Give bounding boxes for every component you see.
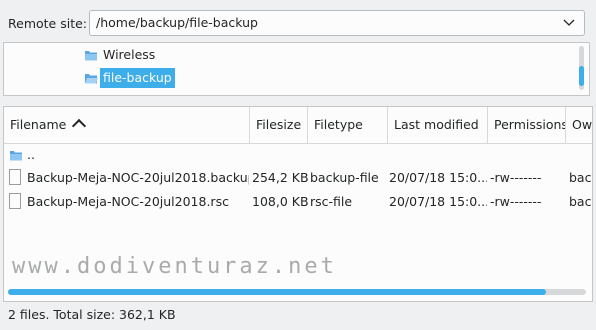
chevron-down-icon[interactable] — [563, 16, 575, 28]
file-owner: bac — [569, 170, 592, 185]
file-type: backup-file — [310, 170, 379, 185]
file-name: Backup-Meja-NOC-20jul2018.backup — [27, 170, 249, 185]
file-icon — [9, 169, 21, 185]
file-size: 254,2 KB — [252, 170, 308, 185]
horizontal-scrollbar[interactable] — [8, 289, 586, 295]
column-header-filetype[interactable]: Filetype — [308, 107, 388, 143]
file-permissions: -rw------- — [490, 170, 542, 185]
file-name: Backup-Meja-NOC-20jul2018.rsc — [27, 194, 229, 209]
tree-item-label: Wireless — [103, 47, 156, 62]
tree-scrollbar[interactable] — [579, 46, 584, 90]
status-text: 2 files. Total size: 362,1 KB — [8, 307, 176, 322]
remote-site-path-value[interactable]: /home/backup/file-backup — [96, 11, 258, 35]
remote-site-label: Remote site: — [8, 16, 87, 31]
parent-directory-row[interactable]: .. — [4, 143, 592, 167]
horizontal-scrollbar-thumb[interactable] — [8, 289, 546, 295]
table-row[interactable]: Backup-Meja-NOC-20jul2018.backup 254,2 K… — [4, 166, 592, 190]
table-row[interactable]: Backup-Meja-NOC-20jul2018.rsc 108,0 KB r… — [4, 190, 592, 214]
remote-directory-tree[interactable]: Wireless file-backup — [3, 42, 590, 96]
file-size: 108,0 KB — [252, 194, 308, 209]
column-header-filesize[interactable]: Filesize — [250, 107, 308, 143]
tree-scrollbar-thumb[interactable] — [579, 66, 584, 86]
parent-directory-label: .. — [27, 147, 35, 162]
file-icon — [9, 193, 21, 209]
folder-icon — [9, 148, 23, 162]
remote-site-path-combo[interactable]: /home/backup/file-backup — [89, 10, 585, 36]
sort-ascending-icon — [72, 118, 87, 134]
watermark-text: www.dodiventuraz.net — [12, 254, 337, 279]
column-header-owner[interactable]: Ow — [566, 107, 592, 143]
column-header-permissions[interactable]: Permissions — [488, 107, 566, 143]
column-header-filename[interactable]: Filename — [4, 107, 250, 143]
file-type: rsc-file — [310, 194, 353, 209]
tree-item-label: file-backup — [100, 68, 175, 88]
folder-icon — [85, 51, 97, 61]
column-header-last-modified[interactable]: Last modified — [388, 107, 488, 143]
file-list-header: Filename Filesize Filetype Last modified… — [4, 107, 592, 144]
column-header-label: Filename — [10, 117, 67, 132]
file-owner: bac — [569, 194, 592, 209]
folder-open-icon — [85, 74, 98, 84]
file-last-modified: 20/07/18 15:0... — [389, 194, 487, 209]
file-last-modified: 20/07/18 15:0... — [389, 170, 487, 185]
file-permissions: -rw------- — [490, 194, 542, 209]
